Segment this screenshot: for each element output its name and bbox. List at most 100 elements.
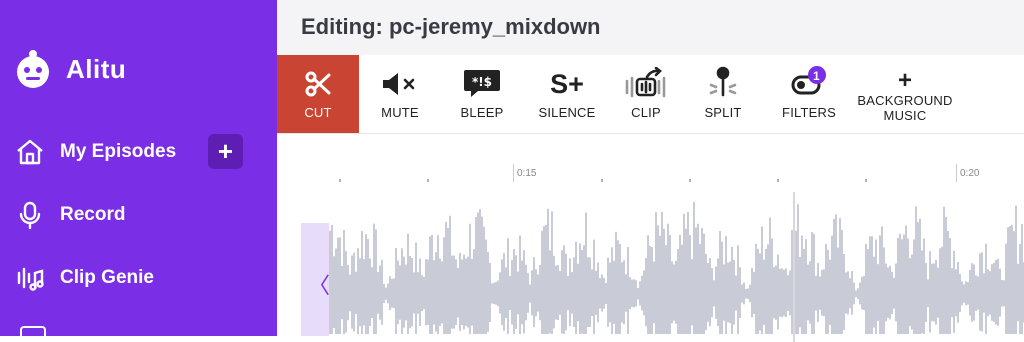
waveform-sample [369, 258, 371, 326]
waveform-sample [715, 266, 717, 319]
waveform-sample [853, 282, 855, 305]
waveform-sample [525, 264, 527, 321]
waveform-sample [711, 268, 713, 318]
waveform-sample [419, 258, 421, 326]
filters-tool-button[interactable]: 1 FILTERS [773, 55, 845, 133]
waveform-sample [925, 263, 927, 322]
waveform-sample [495, 282, 497, 305]
waveform-sample [377, 272, 379, 314]
waveform-sample [479, 209, 481, 334]
add-episode-button[interactable]: + [208, 134, 243, 169]
waveform-sample [723, 264, 725, 321]
waveform-sample [725, 236, 727, 334]
waveform-sample [541, 230, 543, 334]
waveform-sample [461, 259, 463, 325]
mute-tool-button[interactable]: MUTE [367, 55, 433, 133]
waveform-sample [483, 226, 485, 334]
waveform-sample [959, 273, 961, 313]
bleep-tool-button[interactable]: *!$ BLEEP [447, 55, 517, 133]
waveform-sample [955, 269, 957, 317]
waveform-sample [545, 224, 547, 334]
waveform-sample [663, 228, 665, 334]
cut-tool-button[interactable]: CUT [277, 55, 359, 133]
tick-mark [427, 179, 429, 182]
sidebar-item-label: Record [60, 204, 126, 225]
waveform-sample [889, 265, 891, 320]
waveform-sample [373, 223, 375, 334]
waveform-sample [669, 235, 671, 334]
waveform-sample [501, 259, 503, 326]
split-icon [706, 55, 740, 99]
split-tool-button[interactable]: SPLIT [695, 55, 751, 133]
waveform-sample [637, 288, 639, 300]
waveform-sample [505, 267, 507, 318]
waveform-sample [817, 262, 819, 322]
waveform-sample [785, 268, 787, 318]
waveform-sample [459, 253, 461, 331]
waveform-sample [841, 229, 843, 334]
waveform-sample [915, 206, 917, 334]
waveform-sample [629, 277, 631, 310]
waveform-timeline[interactable]: 0:15 0:20 〈 [277, 134, 1024, 342]
waveform-sample [605, 283, 607, 304]
app-logo[interactable]: Alitu [12, 48, 126, 90]
tick-mark [865, 179, 867, 182]
waveform-sample [433, 260, 435, 325]
waveform-sample [835, 214, 837, 334]
waveform-sample [487, 251, 489, 332]
silence-tool-button[interactable]: S+ SILENCE [529, 55, 605, 133]
waveform-sample [681, 244, 683, 334]
waveform-sample [693, 202, 695, 334]
waveform-sample [717, 258, 719, 327]
clip-tool-button[interactable]: CLIP [615, 55, 677, 133]
tick-label: 0:15 [517, 168, 537, 179]
tick-mark [513, 164, 514, 182]
alitu-logo-icon [17, 50, 49, 88]
waveform-sample [425, 259, 427, 326]
waveform-sample [531, 270, 533, 316]
waveform-sample [733, 260, 735, 325]
tool-label: SILENCE [538, 105, 596, 120]
sidebar-item-label: Clip Genie [60, 267, 154, 288]
waveform-sample [475, 217, 477, 334]
waveform-sample [857, 288, 859, 300]
waveform-sample [585, 212, 587, 334]
waveform-sample [779, 268, 781, 317]
waveform-sample [593, 239, 595, 334]
waveform-sample [807, 264, 809, 321]
waveform-sample [363, 259, 365, 326]
waveform-sample [741, 284, 743, 303]
waveform-sample [1021, 224, 1023, 334]
waveform-sample [517, 271, 519, 315]
editor-header: Editing: pc-jeremy_mixdown [277, 0, 1024, 55]
waveform-sample [331, 224, 333, 334]
waveform-sample [851, 271, 853, 315]
waveform-sample [503, 253, 505, 331]
waveform-sample [869, 236, 871, 334]
waveform-sample [883, 247, 885, 334]
waveform-sample [589, 257, 591, 327]
waveform-sample [1007, 227, 1009, 334]
waveform-sample [607, 257, 609, 327]
background-music-tool-button[interactable]: + BACKGROUND MUSIC [855, 55, 955, 133]
waveform-sample [397, 260, 399, 325]
selection-start-handle[interactable]: 〈 [301, 223, 330, 336]
waveform-sample [911, 254, 913, 330]
waveform-sample [989, 271, 991, 315]
waveform-sample [387, 283, 389, 304]
sidebar-item-record[interactable]: Record [14, 195, 254, 235]
sidebar-item-clip-genie[interactable]: Clip Genie [14, 258, 254, 298]
waveform-sample [437, 235, 439, 334]
silence-icon: S+ [550, 69, 584, 99]
clip-icon [623, 55, 669, 99]
waveform-sample [763, 259, 765, 325]
tick-mark [777, 179, 779, 182]
waveform-sample [1005, 243, 1007, 334]
waveform-sample [407, 233, 409, 334]
waveform-sample [591, 269, 593, 317]
sidebar: Alitu My Episodes + Record Clip Genie [0, 0, 277, 342]
waveform-sample [491, 283, 493, 304]
waveform-sample [803, 248, 805, 334]
waveform-sample [765, 248, 767, 334]
home-icon [14, 136, 46, 168]
